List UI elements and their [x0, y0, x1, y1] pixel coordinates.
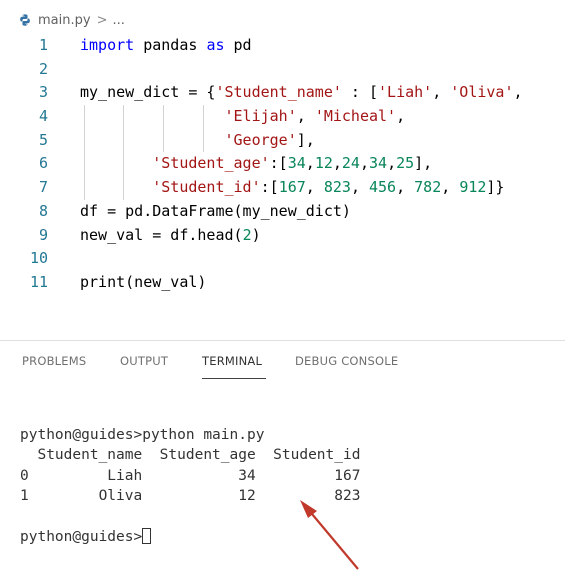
- annotation-arrow-icon: [300, 500, 359, 570]
